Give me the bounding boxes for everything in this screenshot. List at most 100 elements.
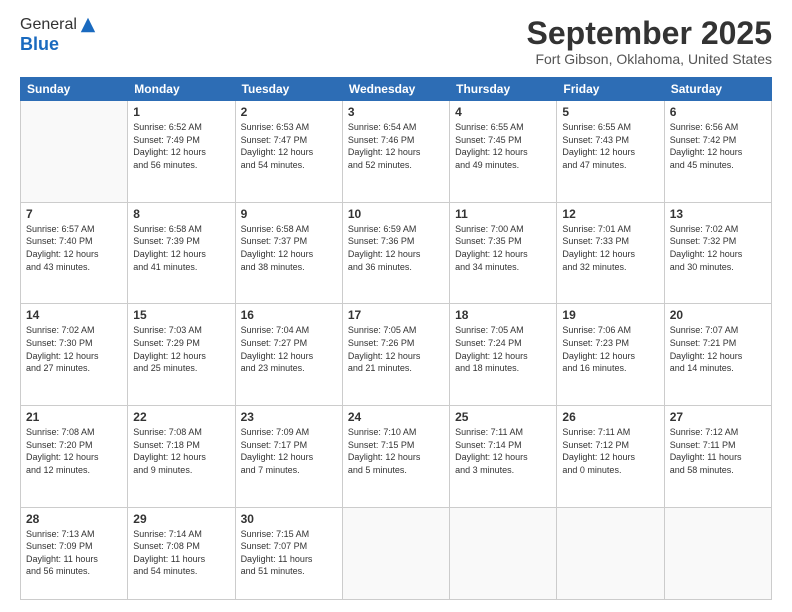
calendar-day-cell [21,101,128,203]
calendar-day-cell [342,507,449,599]
day-number: 19 [562,308,658,322]
calendar-day-cell: 24 Sunrise: 7:10 AMSunset: 7:15 PMDayligh… [342,406,449,508]
calendar-day-cell: 15 Sunrise: 7:03 AMSunset: 7:29 PMDayligh… [128,304,235,406]
calendar-day-cell: 10 Sunrise: 6:59 AMSunset: 7:36 PMDayligh… [342,202,449,304]
calendar-day-header: Friday [557,78,664,101]
day-number: 7 [26,207,122,221]
calendar-day-header: Thursday [450,78,557,101]
day-number: 30 [241,512,337,526]
day-info: Sunrise: 6:53 AMSunset: 7:47 PMDaylight:… [241,121,337,171]
calendar-day-cell: 2 Sunrise: 6:53 AMSunset: 7:47 PMDaylight… [235,101,342,203]
day-number: 9 [241,207,337,221]
day-number: 25 [455,410,551,424]
day-number: 8 [133,207,229,221]
day-info: Sunrise: 6:57 AMSunset: 7:40 PMDaylight:… [26,223,122,273]
day-number: 15 [133,308,229,322]
calendar-day-cell: 4 Sunrise: 6:55 AMSunset: 7:45 PMDaylight… [450,101,557,203]
day-info: Sunrise: 7:02 AMSunset: 7:30 PMDaylight:… [26,324,122,374]
day-number: 4 [455,105,551,119]
logo-icon [79,16,97,34]
day-info: Sunrise: 7:02 AMSunset: 7:32 PMDaylight:… [670,223,766,273]
day-number: 10 [348,207,444,221]
day-number: 29 [133,512,229,526]
calendar-day-cell: 20Sunrise: 7:07 AMSunset: 7:21 PMDayligh… [664,304,771,406]
day-info: Sunrise: 6:52 AMSunset: 7:49 PMDaylight:… [133,121,229,171]
calendar-day-header: Sunday [21,78,128,101]
calendar-week-row: 28Sunrise: 7:13 AMSunset: 7:09 PMDayligh… [21,507,772,599]
day-info: Sunrise: 7:03 AMSunset: 7:29 PMDaylight:… [133,324,229,374]
calendar-day-cell: 21Sunrise: 7:08 AMSunset: 7:20 PMDayligh… [21,406,128,508]
day-number: 26 [562,410,658,424]
location: Fort Gibson, Oklahoma, United States [527,51,772,67]
calendar-day-cell: 11 Sunrise: 7:00 AMSunset: 7:35 PMDayligh… [450,202,557,304]
calendar-day-cell: 7 Sunrise: 6:57 AMSunset: 7:40 PMDaylight… [21,202,128,304]
day-info: Sunrise: 7:00 AMSunset: 7:35 PMDaylight:… [455,223,551,273]
calendar-day-cell: 26 Sunrise: 7:11 AMSunset: 7:12 PMDayligh… [557,406,664,508]
calendar-day-cell: 13 Sunrise: 7:02 AMSunset: 7:32 PMDayligh… [664,202,771,304]
day-info: Sunrise: 7:06 AMSunset: 7:23 PMDaylight:… [562,324,658,374]
day-info: Sunrise: 6:54 AMSunset: 7:46 PMDaylight:… [348,121,444,171]
calendar-week-row: 7 Sunrise: 6:57 AMSunset: 7:40 PMDaylight… [21,202,772,304]
calendar-header-row: SundayMondayTuesdayWednesdayThursdayFrid… [21,78,772,101]
calendar-day-cell: 6 Sunrise: 6:56 AMSunset: 7:42 PMDaylight… [664,101,771,203]
calendar-day-cell: 5 Sunrise: 6:55 AMSunset: 7:43 PMDaylight… [557,101,664,203]
day-number: 24 [348,410,444,424]
day-number: 11 [455,207,551,221]
calendar-day-cell: 22 Sunrise: 7:08 AMSunset: 7:18 PMDayligh… [128,406,235,508]
calendar-day-cell: 8 Sunrise: 6:58 AMSunset: 7:39 PMDaylight… [128,202,235,304]
day-info: Sunrise: 6:55 AMSunset: 7:45 PMDaylight:… [455,121,551,171]
calendar-day-cell: 16Sunrise: 7:04 AMSunset: 7:27 PMDayligh… [235,304,342,406]
calendar-day-header: Wednesday [342,78,449,101]
calendar-day-cell: 19 Sunrise: 7:06 AMSunset: 7:23 PMDayligh… [557,304,664,406]
day-number: 13 [670,207,766,221]
title-block: September 2025 Fort Gibson, Oklahoma, Un… [527,16,772,67]
day-info: Sunrise: 7:11 AMSunset: 7:12 PMDaylight:… [562,426,658,476]
day-info: Sunrise: 7:04 AMSunset: 7:27 PMDaylight:… [241,324,337,374]
logo-general-text: General [20,16,77,34]
day-info: Sunrise: 7:08 AMSunset: 7:18 PMDaylight:… [133,426,229,476]
day-number: 6 [670,105,766,119]
calendar-day-cell: 28Sunrise: 7:13 AMSunset: 7:09 PMDayligh… [21,507,128,599]
day-number: 1 [133,105,229,119]
calendar-day-header: Monday [128,78,235,101]
calendar-week-row: 21Sunrise: 7:08 AMSunset: 7:20 PMDayligh… [21,406,772,508]
logo-blue-text: Blue [20,34,97,55]
day-info: Sunrise: 7:05 AMSunset: 7:26 PMDaylight:… [348,324,444,374]
day-number: 14 [26,308,122,322]
calendar-day-header: Tuesday [235,78,342,101]
calendar-day-cell: 18Sunrise: 7:05 AMSunset: 7:24 PMDayligh… [450,304,557,406]
calendar-week-row: 1 Sunrise: 6:52 AMSunset: 7:49 PMDaylight… [21,101,772,203]
day-info: Sunrise: 6:55 AMSunset: 7:43 PMDaylight:… [562,121,658,171]
calendar-day-header: Saturday [664,78,771,101]
calendar-day-cell: 23Sunrise: 7:09 AMSunset: 7:17 PMDayligh… [235,406,342,508]
day-number: 5 [562,105,658,119]
day-number: 2 [241,105,337,119]
calendar-day-cell: 9Sunrise: 6:58 AMSunset: 7:37 PMDaylight… [235,202,342,304]
day-number: 21 [26,410,122,424]
day-info: Sunrise: 7:11 AMSunset: 7:14 PMDaylight:… [455,426,551,476]
day-number: 23 [241,410,337,424]
day-info: Sunrise: 7:05 AMSunset: 7:24 PMDaylight:… [455,324,551,374]
calendar-day-cell [664,507,771,599]
calendar-day-cell: 27Sunrise: 7:12 AMSunset: 7:11 PMDayligh… [664,406,771,508]
day-info: Sunrise: 7:07 AMSunset: 7:21 PMDaylight:… [670,324,766,374]
calendar-week-row: 14 Sunrise: 7:02 AMSunset: 7:30 PMDayligh… [21,304,772,406]
calendar-day-cell: 14 Sunrise: 7:02 AMSunset: 7:30 PMDayligh… [21,304,128,406]
calendar-day-cell: 3 Sunrise: 6:54 AMSunset: 7:46 PMDaylight… [342,101,449,203]
calendar-day-cell: 30Sunrise: 7:15 AMSunset: 7:07 PMDayligh… [235,507,342,599]
day-number: 3 [348,105,444,119]
month-title: September 2025 [527,16,772,51]
calendar-day-cell: 17 Sunrise: 7:05 AMSunset: 7:26 PMDayligh… [342,304,449,406]
day-number: 27 [670,410,766,424]
day-info: Sunrise: 6:58 AMSunset: 7:39 PMDaylight:… [133,223,229,273]
calendar-day-cell [557,507,664,599]
day-info: Sunrise: 6:56 AMSunset: 7:42 PMDaylight:… [670,121,766,171]
calendar-day-cell: 25 Sunrise: 7:11 AMSunset: 7:14 PMDayligh… [450,406,557,508]
day-info: Sunrise: 7:10 AMSunset: 7:15 PMDaylight:… [348,426,444,476]
day-number: 28 [26,512,122,526]
day-info: Sunrise: 7:14 AMSunset: 7:08 PMDaylight:… [133,528,229,578]
day-number: 17 [348,308,444,322]
day-info: Sunrise: 6:59 AMSunset: 7:36 PMDaylight:… [348,223,444,273]
calendar-day-cell: 1 Sunrise: 6:52 AMSunset: 7:49 PMDaylight… [128,101,235,203]
day-number: 22 [133,410,229,424]
